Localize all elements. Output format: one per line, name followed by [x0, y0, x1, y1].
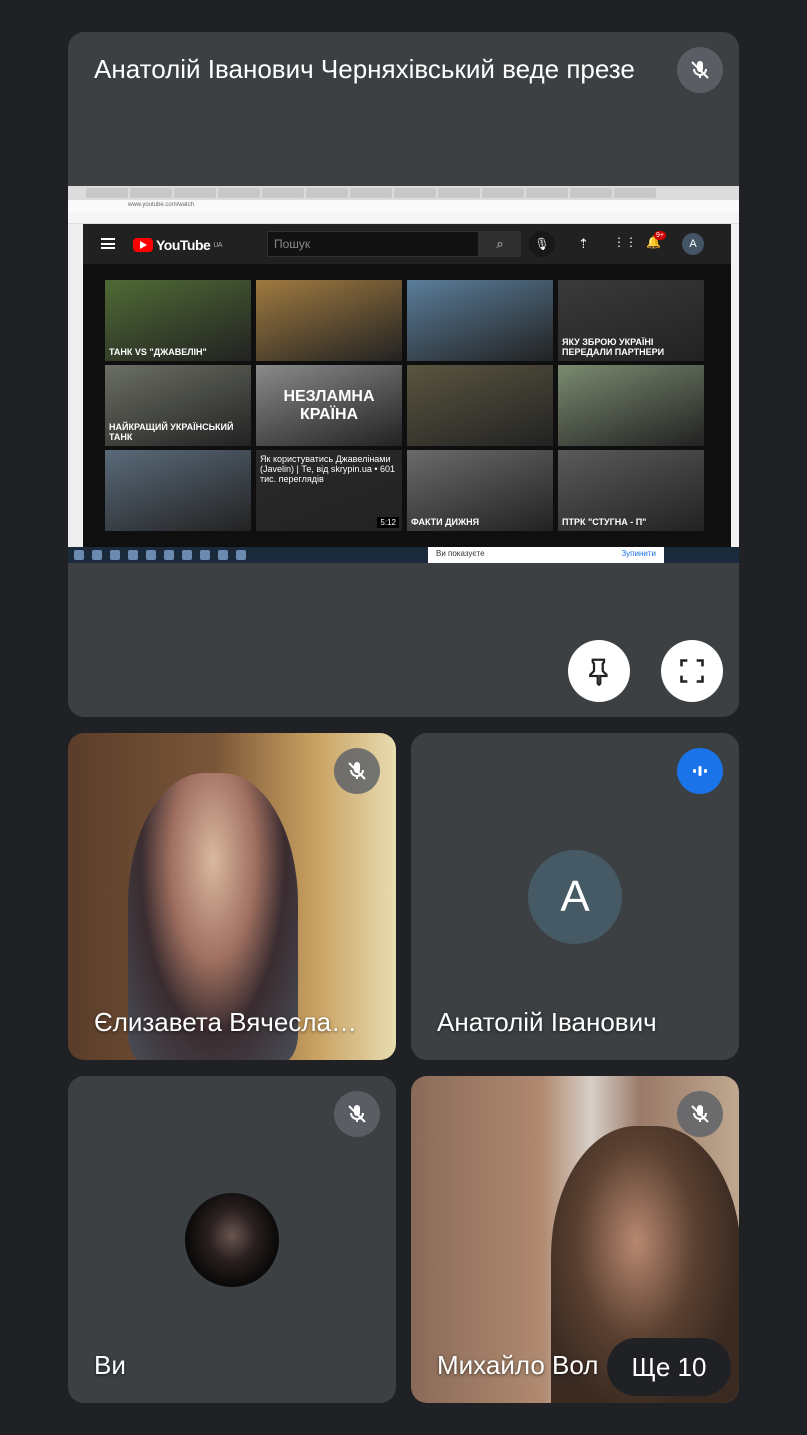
- youtube-page: YouTube UA Пошук ⌕ 🎙 ⇡ ⋮⋮ 🔔 9+ A ТАНК VS "…: [83, 224, 731, 547]
- bookmarks-bar: [68, 212, 739, 224]
- menu-icon: [101, 238, 115, 249]
- video-thumbnail: [407, 280, 553, 361]
- youtube-search-input: Пошук: [267, 231, 479, 257]
- mic-off-icon: [334, 748, 380, 794]
- participant-tile[interactable]: Ви: [68, 1076, 396, 1403]
- apps-icon: ⋮⋮: [613, 235, 637, 249]
- thumbnail-text: ФАКТИ ДИЖНЯ: [411, 517, 480, 527]
- mic-off-icon: [677, 47, 723, 93]
- video-thumbnail: ТАНК VS "ДЖАВЕЛІН": [105, 280, 251, 361]
- microphone-icon: 🎙: [529, 231, 555, 257]
- speaking-indicator-icon: [677, 748, 723, 794]
- video-thumbnail: ЯКУ ЗБРОЮ УКРАЇНІ ПЕРЕДАЛИ ПАРТНЕРИ: [558, 280, 704, 361]
- account-avatar: A: [682, 233, 704, 255]
- thumbnail-text: Як користуватись Джавелінами (Javelin) |…: [260, 454, 396, 484]
- thumbnail-text: ТАНК VS "ДЖАВЕЛІН": [109, 347, 207, 357]
- video-grid: ТАНК VS "ДЖАВЕЛІН" ЯКУ ЗБРОЮ УКРАЇНІ ПЕРЕ…: [105, 280, 705, 531]
- participant-name: Михайло Вол: [437, 1350, 599, 1380]
- fullscreen-button[interactable]: [661, 640, 723, 702]
- browser-sidebar: [68, 224, 82, 547]
- video-duration: 5:12: [377, 517, 399, 528]
- avatar: A: [528, 850, 622, 944]
- thumbnail-text: ПТРК "СТУГНА - П": [562, 517, 647, 527]
- mic-off-icon: [334, 1091, 380, 1137]
- bell-icon: 🔔 9+: [646, 231, 666, 249]
- video-thumbnail: Як користуватись Джавелінами (Javelin) |…: [256, 450, 402, 531]
- youtube-play-icon: [133, 238, 153, 252]
- participant-name: Анатолій Іванович: [437, 1007, 657, 1037]
- thumbnail-text: ЯКУ ЗБРОЮ УКРАЇНІ ПЕРЕДАЛИ ПАРТНЕРИ: [562, 337, 665, 357]
- video-thumbnail: НЕЗЛАМНА КРАЇНА: [256, 365, 402, 446]
- pin-icon: [589, 658, 608, 686]
- thumbnail-text: НЕЗЛАМНА КРАЇНА: [283, 387, 375, 423]
- more-participants-button[interactable]: Ще 10: [607, 1338, 731, 1396]
- address-bar: www.youtube.com/watch: [68, 200, 739, 212]
- shared-screen: www.youtube.com/watch YouTube UA Пошук ⌕ …: [68, 186, 739, 563]
- mic-off-icon: [677, 1091, 723, 1137]
- video-thumbnail: [558, 365, 704, 446]
- thumbnail-text: НАЙКРАЩИЙ УКРАЇНСЬКИЙ ТАНК: [109, 422, 234, 442]
- browser-tabs: [68, 186, 739, 200]
- presenter-title: Анатолій Іванович Черняхівський веде пре…: [94, 54, 635, 84]
- participant-name: Ви: [94, 1350, 126, 1380]
- screen-share-notice: Ви показуєте Зупинити: [428, 547, 664, 563]
- youtube-logo: YouTube UA: [133, 237, 223, 253]
- video-thumbnail: [407, 365, 553, 446]
- avatar: [185, 1193, 279, 1287]
- video-thumbnail: ПТРК "СТУГНА - П": [558, 450, 704, 531]
- notification-badge: 9+: [654, 231, 666, 240]
- presenter-tile[interactable]: Анатолій Іванович Черняхівський веде пре…: [68, 32, 739, 717]
- video-thumbnail: [105, 450, 251, 531]
- pin-button[interactable]: [568, 640, 630, 702]
- participant-tile[interactable]: A Анатолій Іванович: [411, 733, 739, 1060]
- fullscreen-icon: [680, 659, 704, 683]
- upload-icon: ⇡: [578, 236, 589, 251]
- search-icon: ⌕: [479, 231, 521, 257]
- video-thumbnail: [256, 280, 402, 361]
- video-thumbnail: НАЙКРАЩИЙ УКРАЇНСЬКИЙ ТАНК: [105, 365, 251, 446]
- youtube-header: YouTube UA Пошук ⌕ 🎙 ⇡ ⋮⋮ 🔔 9+ A: [83, 224, 731, 264]
- participant-tile[interactable]: Єлизавета Вячесла…: [68, 733, 396, 1060]
- video-thumbnail: ФАКТИ ДИЖНЯ: [407, 450, 553, 531]
- participant-name: Єлизавета Вячесла…: [94, 1007, 357, 1037]
